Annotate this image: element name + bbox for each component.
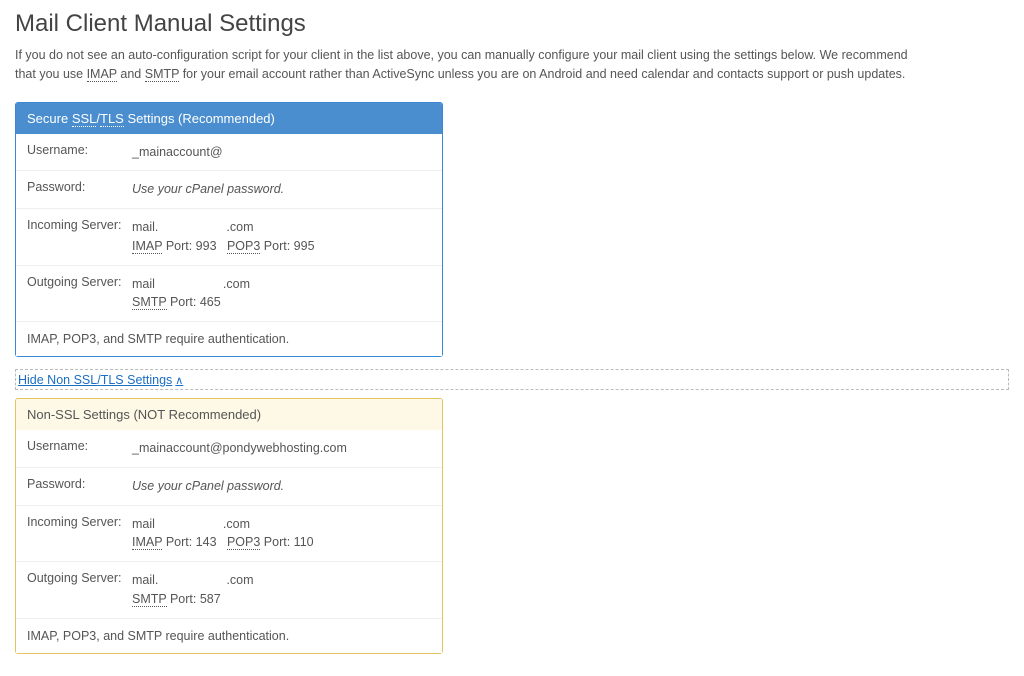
- nonssl-panel-header: Non-SSL Settings (NOT Recommended): [16, 399, 442, 430]
- page-title: Mail Client Manual Settings: [15, 10, 1009, 38]
- pop3-abbr: POP3: [227, 239, 260, 254]
- toggle-nonssl-button[interactable]: Hide Non SSL/TLS Settings ∧: [18, 373, 183, 387]
- password-value-text: Use your cPanel password.: [132, 479, 284, 493]
- secure-incoming-row: Incoming Server: mail. .com IMAP Port: 99…: [16, 209, 442, 266]
- pop3-port: Port: 110: [260, 535, 313, 549]
- outgoing-label: Outgoing Server:: [27, 571, 132, 585]
- intro-text: If you do not see an auto-configuration …: [15, 46, 915, 84]
- imap-abbr: IMAP: [132, 239, 162, 254]
- intro-post: for your email account rather than Activ…: [179, 67, 905, 81]
- password-value-text: Use your cPanel password.: [132, 182, 284, 196]
- smtp-abbr: SMTP: [132, 295, 167, 310]
- incoming-value: mail .com IMAP Port: 143 POP3 Port: 110: [132, 515, 431, 553]
- tls-abbr: TLS: [100, 111, 124, 127]
- outgoing-host-pre: mail: [132, 277, 155, 291]
- outgoing-host-suf: .com: [223, 277, 250, 291]
- toggle-post: Settings: [124, 373, 173, 387]
- secure-outgoing-row: Outgoing Server: mail .com SMTP Port: 465: [16, 266, 442, 323]
- secure-password-row: Password: Use your cPanel password.: [16, 171, 442, 209]
- incoming-host-suf: .com: [223, 517, 250, 531]
- toggle-ssl: SSL: [74, 373, 98, 387]
- incoming-host-pre: mail.: [132, 220, 158, 234]
- toggle-pre: Hide Non: [18, 373, 74, 387]
- incoming-value: mail. .com IMAP Port: 993 POP3 Port: 995: [132, 218, 431, 256]
- imap-port: Port: 993: [162, 239, 216, 253]
- imap-abbr: IMAP: [87, 67, 117, 82]
- toggle-tls: TLS: [101, 373, 124, 387]
- nonssl-panel-body: Username: _mainaccount@pondywebhosting.c…: [16, 430, 442, 653]
- password-label: Password:: [27, 477, 132, 491]
- outgoing-host-pre: mail.: [132, 573, 158, 587]
- incoming-label: Incoming Server:: [27, 218, 132, 232]
- chevron-up-icon: ∧: [175, 374, 183, 387]
- collapse-container: Hide Non SSL/TLS Settings ∧: [15, 369, 1009, 390]
- nonssl-incoming-row: Incoming Server: mail .com IMAP Port: 143…: [16, 506, 442, 563]
- nonssl-username-row: Username: _mainaccount@pondywebhosting.c…: [16, 430, 442, 468]
- secure-settings-panel: Secure SSL/TLS Settings (Recommended) Us…: [15, 102, 443, 358]
- pop3-abbr: POP3: [227, 535, 260, 550]
- secure-auth-note: IMAP, POP3, and SMTP require authenticat…: [16, 322, 442, 356]
- incoming-label: Incoming Server:: [27, 515, 132, 529]
- smtp-abbr: SMTP: [145, 67, 180, 82]
- outgoing-value: mail. .com SMTP Port: 587: [132, 571, 431, 609]
- incoming-host-pre: mail: [132, 517, 155, 531]
- nonssl-password-row: Password: Use your cPanel password.: [16, 468, 442, 506]
- outgoing-value: mail .com SMTP Port: 465: [132, 275, 431, 313]
- imap-abbr: IMAP: [132, 535, 162, 550]
- secure-panel-body: Username: _mainaccount@ Password: Use yo…: [16, 134, 442, 357]
- password-value: Use your cPanel password.: [132, 180, 431, 199]
- password-label: Password:: [27, 180, 132, 194]
- ssl-abbr: SSL: [72, 111, 97, 127]
- secure-panel-header: Secure SSL/TLS Settings (Recommended): [16, 103, 442, 134]
- smtp-port: Port: 465: [167, 295, 221, 309]
- username-value: _mainaccount@pondywebhosting.com: [132, 439, 431, 458]
- intro-and: and: [117, 67, 145, 81]
- nonssl-outgoing-row: Outgoing Server: mail. .com SMTP Port: 58…: [16, 562, 442, 619]
- imap-port: Port: 143: [162, 535, 216, 549]
- nonssl-auth-note: IMAP, POP3, and SMTP require authenticat…: [16, 619, 442, 653]
- username-value: _mainaccount@: [132, 143, 431, 162]
- username-label: Username:: [27, 143, 132, 157]
- password-value: Use your cPanel password.: [132, 477, 431, 496]
- secure-header-post: Settings (Recommended): [124, 111, 275, 126]
- username-label: Username:: [27, 439, 132, 453]
- outgoing-label: Outgoing Server:: [27, 275, 132, 289]
- incoming-host-suf: .com: [226, 220, 253, 234]
- smtp-port: Port: 587: [167, 592, 221, 606]
- secure-header-pre: Secure: [27, 111, 72, 126]
- secure-username-row: Username: _mainaccount@: [16, 134, 442, 172]
- pop3-port: Port: 995: [260, 239, 314, 253]
- outgoing-host-suf: .com: [226, 573, 253, 587]
- smtp-abbr: SMTP: [132, 592, 167, 607]
